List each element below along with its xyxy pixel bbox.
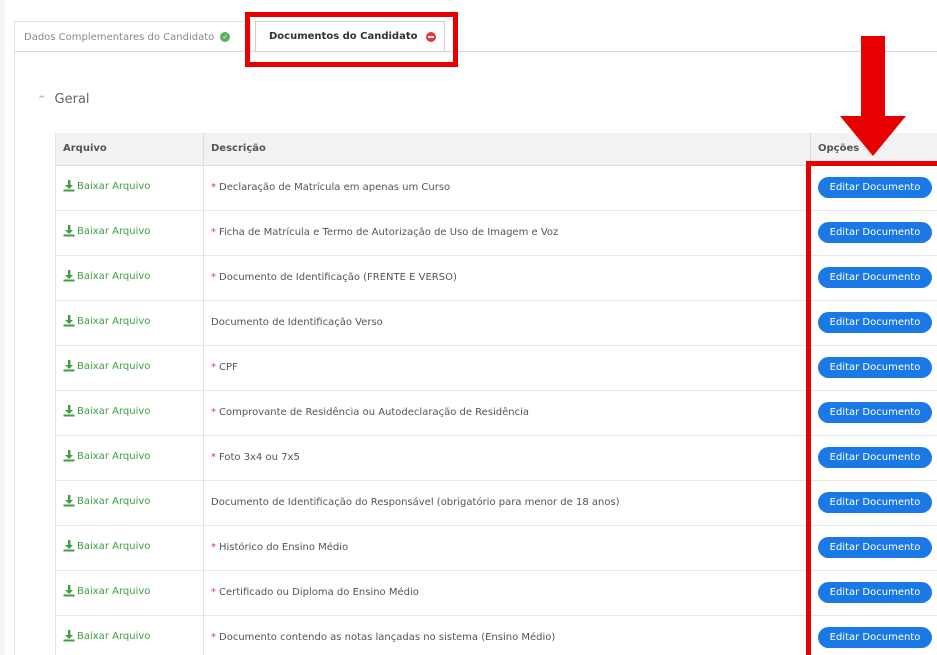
document-description: Documento contendo as notas lançadas no …: [219, 632, 556, 643]
table-row: Baixar Arquivo * Documento contendo as not…: [55, 615, 937, 655]
table-row: Baixar Arquivo * CPF Editar Documento: [55, 345, 937, 391]
cell-descricao: Documento de Identificação do Responsáve…: [203, 480, 811, 526]
download-icon: [63, 225, 75, 237]
tab-label: Dados Complementares do Candidato: [24, 31, 215, 43]
required-asterisk: *: [211, 272, 216, 283]
header-arquivo: Arquivo: [55, 133, 204, 166]
chevron-up-icon: ^: [38, 94, 46, 105]
document-description: CPF: [219, 362, 238, 373]
table-row: Baixar Arquivo * Declaração de Matrícula e…: [55, 165, 937, 211]
download-link[interactable]: Baixar Arquivo: [63, 630, 150, 642]
download-link[interactable]: Baixar Arquivo: [63, 315, 150, 327]
cell-descricao: * Documento de Identificação (FRENTE E VE…: [203, 255, 811, 301]
documents-table: Arquivo Descrição Opções Baixar Arquivo *…: [55, 133, 937, 655]
cell-arquivo: Baixar Arquivo: [55, 570, 204, 616]
download-icon: [63, 405, 75, 417]
tab-dados-complementares[interactable]: Dados Complementares do Candidato ✓: [14, 21, 251, 52]
document-description: Foto 3x4 ou 7x5: [219, 452, 300, 463]
download-link[interactable]: Baixar Arquivo: [63, 585, 150, 597]
download-label: Baixar Arquivo: [77, 495, 151, 507]
required-asterisk: *: [211, 362, 216, 373]
table-row: Baixar Arquivo Documento de Identificação…: [55, 480, 937, 526]
cell-descricao: * Documento contendo as notas lançadas no…: [203, 615, 811, 655]
table-row: Baixar Arquivo * Documento de Identificaçã…: [55, 255, 937, 301]
download-link[interactable]: Baixar Arquivo: [63, 270, 150, 282]
download-icon: [63, 585, 75, 597]
download-label: Baixar Arquivo: [77, 360, 151, 372]
cell-descricao: * Comprovante de Residência ou Autodeclar…: [203, 390, 811, 436]
download-label: Baixar Arquivo: [77, 180, 151, 192]
download-icon: [63, 270, 75, 282]
required-asterisk: *: [211, 182, 216, 193]
cell-arquivo: Baixar Arquivo: [55, 615, 204, 655]
download-icon: [63, 450, 75, 462]
cell-arquivo: Baixar Arquivo: [55, 525, 204, 571]
download-label: Baixar Arquivo: [77, 270, 151, 282]
download-label: Baixar Arquivo: [77, 585, 151, 597]
download-icon: [63, 180, 75, 192]
download-label: Baixar Arquivo: [77, 405, 151, 417]
cell-arquivo: Baixar Arquivo: [55, 300, 204, 346]
section-header-geral[interactable]: ^ Geral: [38, 92, 90, 107]
document-description: Documento de Identificação do Responsáve…: [211, 497, 620, 508]
highlight-box-tab: [245, 12, 458, 67]
table-row: Baixar Arquivo * Certificado ou Diploma do…: [55, 570, 937, 616]
cell-arquivo: Baixar Arquivo: [55, 210, 204, 256]
required-asterisk: *: [211, 542, 216, 553]
download-label: Baixar Arquivo: [77, 450, 151, 462]
download-link[interactable]: Baixar Arquivo: [63, 495, 150, 507]
download-link[interactable]: Baixar Arquivo: [63, 360, 150, 372]
download-icon: [63, 540, 75, 552]
download-label: Baixar Arquivo: [77, 630, 151, 642]
download-link[interactable]: Baixar Arquivo: [63, 180, 150, 192]
cell-descricao: * Declaração de Matrícula em apenas um Cu…: [203, 165, 811, 211]
download-label: Baixar Arquivo: [77, 225, 151, 237]
cell-arquivo: Baixar Arquivo: [55, 435, 204, 481]
download-link[interactable]: Baixar Arquivo: [63, 225, 150, 237]
cell-arquivo: Baixar Arquivo: [55, 345, 204, 391]
cell-arquivo: Baixar Arquivo: [55, 255, 204, 301]
required-asterisk: *: [211, 632, 216, 643]
table-row: Baixar Arquivo Documento de Identificação…: [55, 300, 937, 346]
document-description: Documento de Identificação (FRENTE E VER…: [219, 272, 457, 283]
download-label: Baixar Arquivo: [77, 315, 151, 327]
highlight-box-options: [806, 161, 937, 655]
section-title: Geral: [54, 92, 90, 107]
arrow-down-icon: [840, 36, 906, 156]
cell-descricao: * CPF: [203, 345, 811, 391]
required-asterisk: *: [211, 407, 216, 418]
table-row: Baixar Arquivo * Ficha de Matrícula e Term…: [55, 210, 937, 256]
check-circle-icon: ✓: [220, 32, 231, 42]
required-asterisk: *: [211, 452, 216, 463]
document-description: Certificado ou Diploma do Ensino Médio: [219, 587, 419, 598]
download-icon: [63, 630, 75, 642]
cell-arquivo: Baixar Arquivo: [55, 480, 204, 526]
cell-descricao: * Histórico do Ensino Médio: [203, 525, 811, 571]
cell-descricao: * Certificado ou Diploma do Ensino Médio: [203, 570, 811, 616]
required-asterisk: *: [211, 227, 216, 238]
table-header-row: Arquivo Descrição Opções: [55, 133, 937, 166]
table-row: Baixar Arquivo * Histórico do Ensino Médio…: [55, 525, 937, 571]
required-asterisk: *: [211, 587, 216, 598]
cell-descricao: Documento de Identificação Verso: [203, 300, 811, 346]
download-icon: [63, 495, 75, 507]
download-icon: [63, 315, 75, 327]
document-description: Documento de Identificação Verso: [211, 317, 383, 328]
download-icon: [63, 360, 75, 372]
document-description: Declaração de Matrícula em apenas um Cur…: [219, 182, 451, 193]
download-label: Baixar Arquivo: [77, 540, 151, 552]
download-link[interactable]: Baixar Arquivo: [63, 450, 150, 462]
cell-arquivo: Baixar Arquivo: [55, 390, 204, 436]
cell-descricao: * Foto 3x4 ou 7x5: [203, 435, 811, 481]
cell-arquivo: Baixar Arquivo: [55, 165, 204, 211]
document-description: Histórico do Ensino Médio: [219, 542, 349, 553]
cell-descricao: * Ficha de Matrícula e Termo de Autorizaç…: [203, 210, 811, 256]
download-link[interactable]: Baixar Arquivo: [63, 540, 150, 552]
table-row: Baixar Arquivo * Foto 3x4 ou 7x5 Editar Doc…: [55, 435, 937, 481]
document-description: Comprovante de Residência ou Autodeclara…: [219, 407, 530, 418]
download-link[interactable]: Baixar Arquivo: [63, 405, 150, 417]
document-description: Ficha de Matrícula e Termo de Autorizaçã…: [219, 227, 559, 238]
header-descricao: Descrição: [203, 133, 811, 166]
table-row: Baixar Arquivo * Comprovante de Residência…: [55, 390, 937, 436]
